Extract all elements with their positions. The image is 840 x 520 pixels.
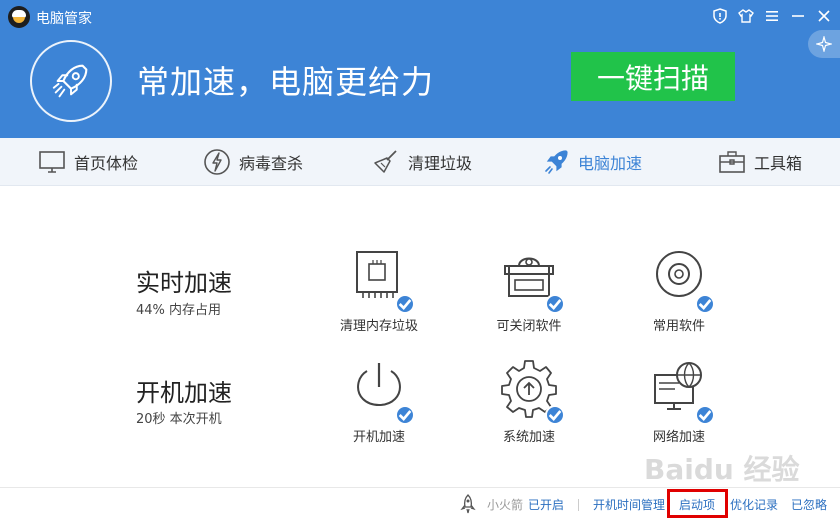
feature-closable-software[interactable]: 可关闭软件 (469, 248, 589, 334)
window-controls (710, 6, 834, 26)
rocket-badge-icon (30, 40, 112, 122)
tab-label: 首页体检 (74, 154, 139, 173)
slogan: 常加速，电脑更给力 (137, 63, 435, 101)
skin-shirt-icon[interactable] (736, 6, 756, 26)
rocket-label: 小火箭 (487, 498, 524, 512)
check-icon (545, 405, 565, 425)
shield-icon[interactable] (710, 6, 730, 26)
boot-time-text: 20秒 本次开机 (136, 412, 222, 427)
tab-home-checkup[interactable]: 首页体检 (38, 138, 138, 186)
tab-label: 病毒查杀 (239, 154, 304, 173)
check-icon (695, 405, 715, 425)
feature-boot-speedup[interactable]: 开机加速 (319, 359, 439, 445)
rocket-icon (545, 150, 568, 174)
optimize-history-link[interactable]: 优化记录 (730, 496, 778, 513)
rocket-status-link[interactable]: 已开启 (528, 496, 564, 513)
broom-icon (374, 150, 397, 173)
title-bar: 电脑管家 (0, 0, 840, 32)
feature-common-software[interactable]: 常用软件 (619, 248, 739, 334)
tab-label: 电脑加速 (578, 154, 643, 173)
tab-clean-junk[interactable]: 清理垃圾 (372, 138, 472, 186)
toolbox-icon (719, 151, 745, 173)
one-click-scan-button[interactable]: 一键扫描 (571, 52, 735, 101)
boot-speedup-title: 开机加速 (136, 379, 232, 407)
divider (578, 499, 579, 511)
tab-virus-scan[interactable]: 病毒查杀 (203, 138, 303, 186)
realtime-speedup-title: 实时加速 (136, 269, 232, 297)
small-rocket-icon (460, 494, 476, 514)
app-title: 电脑管家 (36, 11, 92, 27)
check-icon (395, 405, 415, 425)
tab-pc-speedup[interactable]: 电脑加速 (542, 138, 642, 186)
feature-system-speedup[interactable]: 系统加速 (469, 359, 589, 445)
check-icon (395, 294, 415, 314)
sparkle-icon[interactable] (808, 30, 840, 58)
check-icon (545, 294, 565, 314)
feature-network-speedup[interactable]: 网络加速 (619, 359, 739, 445)
app-logo-icon (8, 6, 30, 28)
tab-toolbox[interactable]: 工具箱 (718, 138, 802, 186)
main-nav: 首页体检 病毒查杀 清理垃圾 电脑加速 工具箱 (0, 138, 840, 186)
tab-label: 清理垃圾 (408, 154, 473, 173)
memory-usage-text: 44% 内存占用 (136, 303, 222, 318)
tab-label: 工具箱 (754, 154, 803, 173)
minimize-icon[interactable] (788, 6, 808, 26)
menu-icon[interactable] (762, 6, 782, 26)
boot-time-manage-link[interactable]: 开机时间管理 (593, 496, 665, 513)
feature-clean-memory[interactable]: 清理内存垃圾 (319, 248, 439, 334)
highlight-box (667, 489, 728, 518)
lightning-icon (204, 149, 230, 175)
baidu-watermark: Baidu 经验 (644, 453, 800, 486)
check-icon (695, 294, 715, 314)
ignored-link[interactable]: 已忽略 (791, 496, 827, 513)
header: 电脑管家 常加速，电脑更给力 一键扫描 (0, 0, 840, 138)
close-icon[interactable] (814, 6, 834, 26)
monitor-icon (39, 151, 65, 173)
